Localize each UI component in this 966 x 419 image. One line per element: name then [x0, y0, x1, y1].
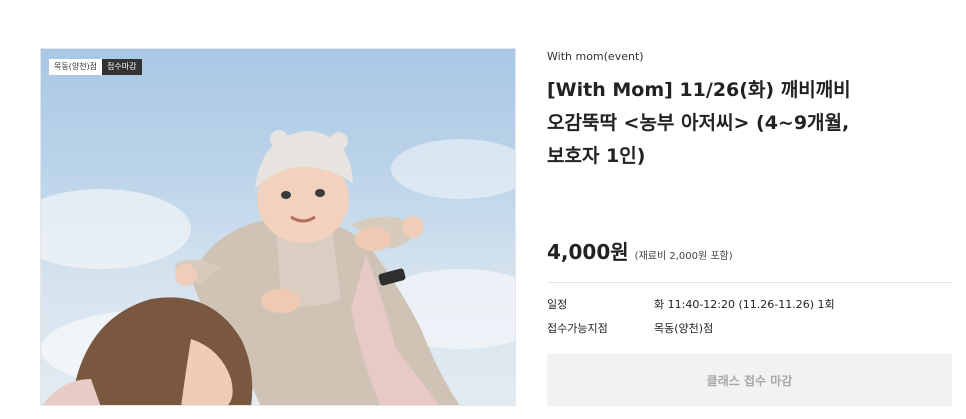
- branch-value: 목동(양천)점: [654, 322, 714, 335]
- class-registration-closed-button[interactable]: 클래스 접수 마감: [547, 354, 952, 406]
- baby-photo-illustration: [41, 130, 515, 405]
- price-value: 4,000원: [547, 240, 629, 264]
- title-line: 보호자 1인): [547, 145, 646, 167]
- product-photo: 목동(양천)점 접수마감: [40, 48, 516, 406]
- schedule-row: 일정 화 11:40-12:20 (11.26-11.26) 1회: [547, 296, 835, 312]
- price-note: (재료비 2,000원 포함): [634, 251, 733, 262]
- branch-row: 접수가능지점 목동(양천)점: [547, 320, 713, 336]
- price-row: 4,000원 (재료비 2,000원 포함): [547, 236, 733, 265]
- photo-badges: 목동(양천)점 접수마감: [49, 59, 142, 75]
- title-line: [With Mom] 11/26(화) 깨비깨비: [547, 79, 851, 101]
- status-badge: 접수마감: [102, 59, 142, 75]
- title-line: 오감뚝딱 <농부 아저씨> (4~9개월,: [547, 112, 850, 134]
- schedule-label: 일정: [547, 298, 568, 311]
- category-label: With mom(event): [547, 50, 644, 63]
- product-title: [With Mom] 11/26(화) 깨비깨비 오감뚝딱 <농부 아저씨> (…: [547, 74, 952, 173]
- branch-badge: 목동(양천)점: [49, 59, 103, 75]
- branch-label: 접수가능지점: [547, 322, 608, 335]
- divider: [547, 282, 952, 283]
- schedule-value: 화 11:40-12:20 (11.26-11.26) 1회: [654, 298, 835, 311]
